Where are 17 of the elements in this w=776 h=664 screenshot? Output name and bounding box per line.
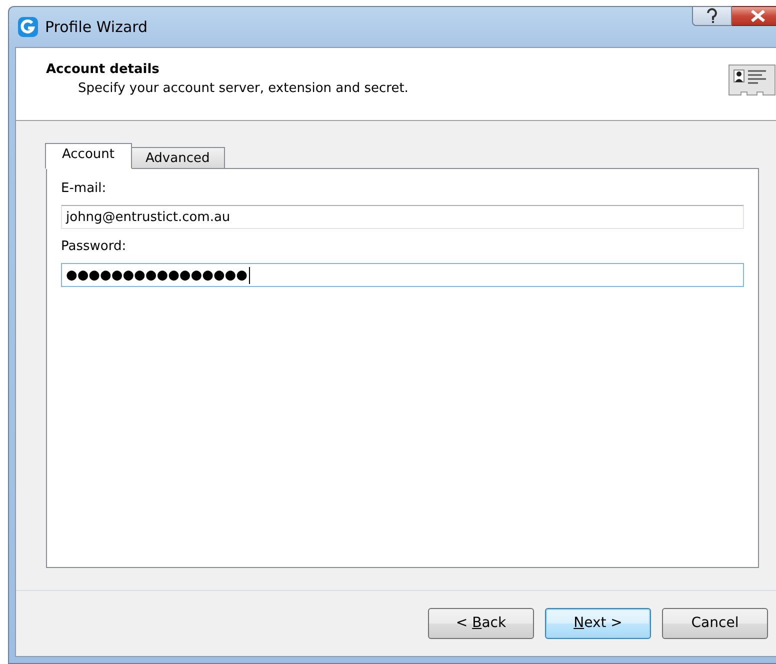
wizard-button[interactable]: < Back [428,608,534,639]
help-button[interactable] [692,6,732,26]
field-label: Password: [61,239,128,254]
input-field[interactable]: ●●●●●●●●●●●●●●●● [61,263,744,288]
app-logo-icon [17,16,39,38]
page-subtitle: Specify your account server, extension and secret. [77,80,408,96]
input-field[interactable]: johng@entrustict.com.au [61,205,744,230]
wizard-button[interactable]: Next > [545,608,651,639]
close-icon [750,10,766,22]
close-button[interactable] [732,6,776,26]
wizard-button[interactable]: Cancel [662,608,768,639]
help-icon [705,8,719,24]
page-title: Account details [46,62,160,77]
field-label: E-mail: [61,181,108,196]
window-title: Profile Wizard [45,18,148,36]
tab[interactable]: Account [45,143,132,170]
tab[interactable]: Advanced [130,147,225,170]
